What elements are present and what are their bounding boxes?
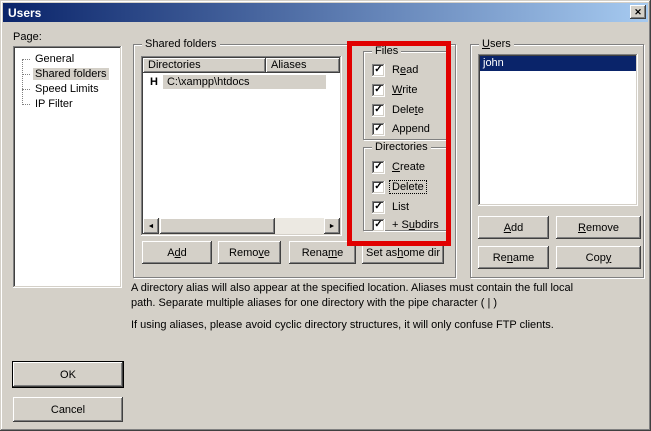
scroll-right-icon[interactable]: ► xyxy=(324,218,340,234)
close-button[interactable]: ✕ xyxy=(630,5,646,19)
read-label: Read xyxy=(390,64,420,76)
dir-delete-checkbox[interactable]: ✓ xyxy=(372,181,385,194)
page-item-general[interactable]: General xyxy=(13,52,122,67)
directories-permissions-group: Directories ✓ Create ✓ Delete ✓ List ✓ +… xyxy=(363,147,448,231)
subdirs-checkbox[interactable]: ✓ xyxy=(372,219,385,232)
user-list-item[interactable]: john xyxy=(480,56,636,71)
info-line-1: A directory alias will also appear at th… xyxy=(131,281,645,296)
users-dialog: Users ✕ Page: General Shared folders Spe… xyxy=(0,0,651,431)
page-item-speed-limits[interactable]: Speed Limits xyxy=(13,82,122,97)
user-copy-button[interactable]: Copy xyxy=(556,246,641,269)
subdirs-label: + Subdirs xyxy=(390,219,441,231)
read-checkbox[interactable]: ✓ xyxy=(372,64,385,77)
create-checkbox[interactable]: ✓ xyxy=(372,161,385,174)
ok-button[interactable]: OK xyxy=(13,362,123,387)
directory-row[interactable]: H C:\xampp\htdocs xyxy=(143,74,326,89)
column-header-directories[interactable]: Directories xyxy=(143,58,266,73)
list-checkbox-row[interactable]: ✓ List xyxy=(372,200,411,214)
append-checkbox-row[interactable]: ✓ Append xyxy=(372,122,432,136)
users-group: Users john Add Remove Rename Copy xyxy=(470,44,644,278)
cancel-button[interactable]: Cancel xyxy=(13,397,123,422)
directory-path: C:\xampp\htdocs xyxy=(163,75,326,89)
write-checkbox[interactable]: ✓ xyxy=(372,84,385,97)
write-label: Write xyxy=(390,84,419,96)
shared-folders-group: Shared folders Directories Aliases H C:\… xyxy=(133,44,456,278)
list-checkbox[interactable]: ✓ xyxy=(372,201,385,214)
shared-remove-button[interactable]: Remove xyxy=(218,241,281,264)
dir-delete-checkbox-row[interactable]: ✓ Delete xyxy=(372,180,426,194)
user-add-button[interactable]: Add xyxy=(478,216,549,239)
dir-delete-label: Delete xyxy=(390,181,426,193)
shared-rename-button[interactable]: Rename xyxy=(289,241,356,264)
create-label: Create xyxy=(390,161,427,173)
info-line-2: path. Separate multiple aliases for one … xyxy=(131,296,645,311)
read-checkbox-row[interactable]: ✓ Read xyxy=(372,63,420,77)
listview-header: Directories Aliases xyxy=(143,58,340,73)
scroll-left-icon[interactable]: ◄ xyxy=(143,218,159,234)
title-bar[interactable]: Users ✕ xyxy=(3,3,648,22)
shared-folders-group-label: Shared folders xyxy=(142,38,220,50)
append-checkbox[interactable]: ✓ xyxy=(372,123,385,136)
page-list[interactable]: General Shared folders Speed Limits IP F… xyxy=(13,46,122,288)
alias-info-text: A directory alias will also appear at th… xyxy=(131,281,645,333)
horizontal-scrollbar[interactable]: ◄ ► xyxy=(143,218,340,234)
files-permissions-group: Files ✓ Read ✓ Write ✓ Delete ✓ Append xyxy=(363,51,448,140)
file-delete-checkbox-row[interactable]: ✓ Delete xyxy=(372,103,426,117)
directories-listview[interactable]: Directories Aliases H C:\xampp\htdocs ◄ … xyxy=(141,56,342,236)
scrollbar-thumb[interactable] xyxy=(160,218,275,234)
append-label: Append xyxy=(390,123,432,135)
users-list[interactable]: john xyxy=(478,54,638,206)
users-group-label: Users xyxy=(479,38,514,50)
home-flag: H xyxy=(147,76,161,88)
file-delete-label: Delete xyxy=(390,104,426,116)
page-label: Page: xyxy=(13,31,42,43)
info-line-3: If using aliases, please avoid cyclic di… xyxy=(131,318,645,333)
file-delete-checkbox[interactable]: ✓ xyxy=(372,104,385,117)
user-remove-button[interactable]: Remove xyxy=(556,216,641,239)
set-as-home-dir-button[interactable]: Set as home dir xyxy=(362,241,444,264)
page-item-ip-filter[interactable]: IP Filter xyxy=(13,97,122,112)
write-checkbox-row[interactable]: ✓ Write xyxy=(372,83,419,97)
list-label: List xyxy=(390,201,411,213)
user-rename-button[interactable]: Rename xyxy=(478,246,549,269)
window-title: Users xyxy=(8,6,41,20)
column-header-aliases[interactable]: Aliases xyxy=(266,58,340,73)
create-checkbox-row[interactable]: ✓ Create xyxy=(372,160,427,174)
close-icon: ✕ xyxy=(634,8,642,17)
directories-group-label: Directories xyxy=(372,141,431,153)
page-item-shared-folders[interactable]: Shared folders xyxy=(13,67,122,82)
subdirs-checkbox-row[interactable]: ✓ + Subdirs xyxy=(372,218,441,232)
files-group-label: Files xyxy=(372,45,401,57)
shared-add-button[interactable]: Add xyxy=(142,241,212,264)
